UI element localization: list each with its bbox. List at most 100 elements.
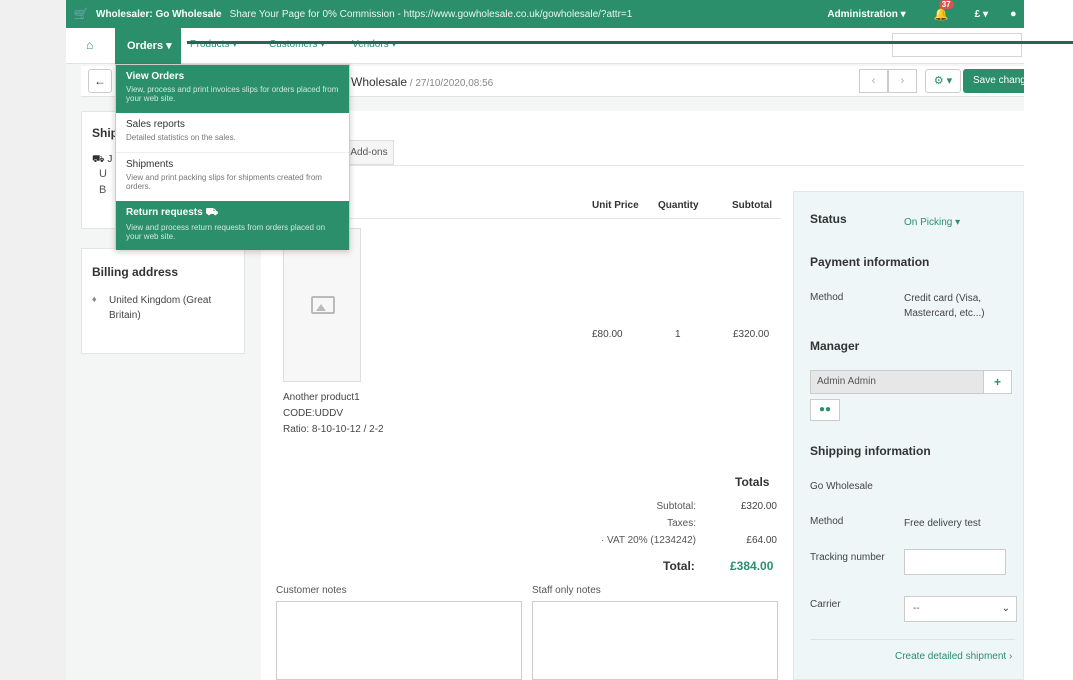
store-name[interactable]: Wholesaler: Go Wholesale [96, 9, 222, 20]
menu-return-requests-label: Return requests ⛟ [126, 207, 219, 218]
total-value: £384.00 [730, 559, 774, 573]
nav-search-input[interactable] [892, 33, 1022, 57]
vat-value: £64.00 [746, 535, 777, 546]
product-code: CODE:UDDV [283, 408, 344, 419]
staff-notes-textarea[interactable] [532, 601, 778, 680]
status-dropdown[interactable]: On Picking ▾ [904, 217, 960, 228]
payment-method-value: Credit card (Visa, Mastercard, etc...) [904, 293, 985, 319]
product-details: Another product1 CODE:UDDV Ratio: 8-10-1… [283, 390, 384, 438]
tab-divider [261, 165, 1024, 166]
add-manager-button[interactable]: + [983, 370, 1012, 394]
product-name[interactable]: Another product1 [283, 390, 384, 406]
order-date: / 27/10/2020,08:56 [407, 78, 494, 89]
bell-icon: 🔔 [933, 7, 949, 21]
app-root: 🛒 Wholesaler: Go Wholesale Share Your Pa… [0, 0, 1073, 680]
tracking-number-input[interactable] [904, 549, 1006, 575]
prev-order-button[interactable]: ‹ [859, 69, 888, 93]
nav-underline [187, 41, 1073, 44]
main-nav: ⌂ Orders ▾ Products ▾ Customers ▾ Vendor… [66, 28, 1024, 64]
settings-dropdown-button[interactable]: ⚙ ▾ [925, 69, 961, 93]
cart-icon[interactable]: 🛒 [66, 7, 96, 21]
subtotal-value: £320.00 [740, 501, 777, 512]
product-image-placeholder[interactable] [283, 228, 361, 382]
share-link[interactable]: Share Your Page for 0% Commission - http… [230, 9, 633, 20]
shipping-method-label: Method [810, 516, 844, 527]
carrier-value: -- [913, 603, 920, 614]
right-margin [1024, 0, 1073, 680]
manager-field[interactable]: Admin Admin [810, 370, 1012, 394]
plus-icon: + [993, 375, 1001, 389]
customer-notes-label: Customer notes [276, 585, 347, 596]
side-divider [810, 639, 1015, 640]
header-quantity: Quantity [658, 200, 699, 211]
tag-icon: ♦ [92, 294, 97, 304]
tracking-number-label: Tracking number [810, 552, 885, 563]
menu-return-requests-desc: View and process return requests from or… [126, 223, 326, 241]
billing-address-card: Billing address ♦ United Kingdom (Great … [81, 248, 245, 354]
orders-dropdown-menu: View Orders View, process and print invo… [115, 64, 350, 250]
top-bar-right: Administration ▾ 🔔 37 £ ▾ ● [827, 0, 1024, 21]
menu-shipments-label: Shipments [126, 159, 174, 170]
menu-view-orders[interactable]: View Orders View, process and print invo… [116, 65, 349, 113]
next-order-button[interactable]: › [888, 69, 917, 93]
save-changes-button[interactable]: Save changes [963, 69, 1024, 93]
status-label: Status [810, 212, 847, 226]
row-subtotal: £320.00 [733, 329, 770, 340]
menu-sales-reports[interactable]: Sales reports Detailed statistics on the… [116, 113, 349, 151]
payment-title: Payment information [810, 255, 930, 269]
menu-sales-reports-desc: Detailed statistics on the sales. [126, 133, 236, 142]
menu-sales-reports-label: Sales reports [126, 119, 185, 130]
carrier-label: Carrier [810, 599, 841, 610]
payment-method-label: Method [810, 292, 844, 303]
carrier-select[interactable]: -- ⌄ [904, 596, 1017, 622]
taxes-label: Taxes: [667, 518, 696, 529]
row-unit-price: £80.00 [592, 329, 623, 340]
order-side-panel: Status On Picking ▾ Payment information … [793, 191, 1024, 680]
product-ratio: Ratio: 8-10-10-12 / 2-2 [283, 424, 384, 435]
tab-addons[interactable]: Add-ons [344, 140, 394, 165]
subtotal-label: Subtotal: [656, 501, 696, 512]
customer-notes-textarea[interactable] [276, 601, 522, 680]
menu-return-requests[interactable]: Return requests ⛟ View and process retur… [116, 201, 349, 250]
vat-label: · VAT 20% (1234242) [600, 535, 696, 546]
row-quantity: 1 [675, 329, 681, 340]
arrow-left-icon: ← [94, 74, 106, 88]
shipping-line-1: J [107, 154, 113, 165]
notifications-button[interactable]: 🔔 37 [933, 0, 954, 21]
create-shipment-link[interactable]: Create detailed shipment › [895, 651, 1012, 662]
billing-title: Billing address [92, 265, 179, 279]
menu-view-orders-desc: View, process and print invoices slips f… [126, 85, 339, 103]
user-icon[interactable]: ● [1010, 8, 1024, 20]
shipping-info-title: Shipping information [810, 444, 931, 458]
left-margin [0, 0, 66, 680]
shipping-line-3: B [99, 184, 107, 196]
image-icon [311, 296, 335, 314]
totals-title: Totals [735, 475, 770, 489]
menu-shipments-desc: View and print packing slips for shipmen… [126, 173, 322, 191]
order-pager: ‹ › [859, 69, 917, 93]
back-button[interactable]: ← [88, 69, 112, 93]
menu-shipments[interactable]: Shipments View and print packing slips f… [116, 153, 349, 201]
order-title: Wholesale / 27/10/2020,08:56 [351, 75, 493, 89]
menu-view-orders-label: View Orders [126, 71, 185, 82]
notifications-badge: 37 [938, 0, 954, 9]
currency-menu[interactable]: £ ▾ [975, 9, 988, 20]
order-customer: Wholesale [351, 75, 408, 89]
users-icon: ●● [818, 404, 832, 415]
manager-title: Manager [810, 339, 860, 353]
header-unit-price: Unit Price [592, 200, 639, 211]
total-label: Total: [663, 559, 695, 573]
users-button[interactable]: ●● [810, 399, 840, 421]
header-subtotal: Subtotal [732, 200, 772, 211]
top-bar: 🛒 Wholesaler: Go Wholesale Share Your Pa… [66, 0, 1024, 28]
shipping-method-value: Free delivery test [904, 518, 981, 529]
truck-icon: ⛟ J [92, 154, 113, 165]
nav-orders[interactable]: Orders ▾ [115, 28, 181, 64]
staff-notes-label: Staff only notes [532, 585, 601, 596]
shipping-company: Go Wholesale [810, 481, 873, 492]
administration-menu[interactable]: Administration ▾ [827, 9, 905, 20]
billing-country: United Kingdom (Great Britain) [109, 295, 212, 321]
chevron-down-icon: ⌄ [1001, 603, 1010, 614]
shipping-line-2: U [99, 168, 107, 180]
home-icon[interactable]: ⌂ [86, 38, 93, 52]
